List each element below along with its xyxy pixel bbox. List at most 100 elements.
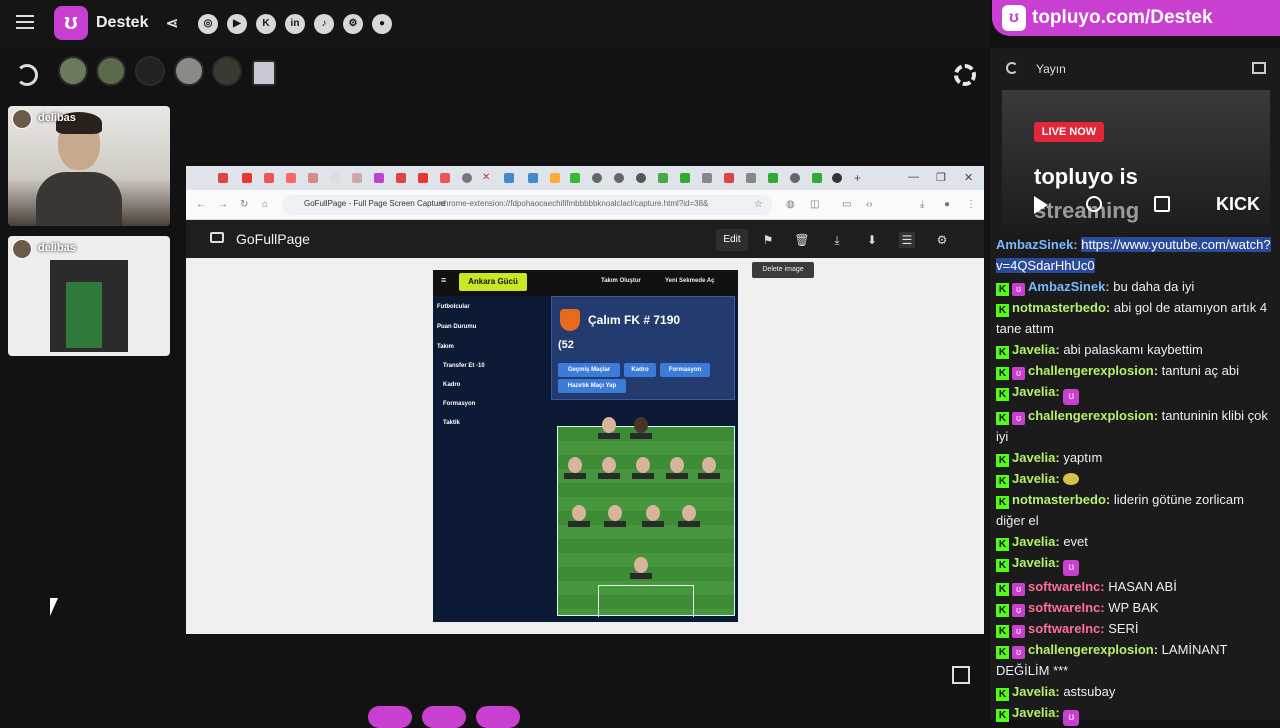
avatar[interactable] — [252, 60, 276, 86]
chat-username[interactable]: notmasterbedo: — [1012, 300, 1110, 315]
tab-favicon[interactable] — [636, 173, 646, 183]
maximize-icon[interactable]: ❐ — [936, 171, 946, 184]
tab-favicon[interactable] — [528, 173, 538, 183]
tab-favicon[interactable] — [330, 173, 340, 183]
extension-icon[interactable]: ◍ — [786, 199, 795, 210]
chat-username[interactable]: AmbazSinek: — [1028, 279, 1110, 294]
tab-favicon[interactable] — [702, 173, 712, 183]
tab-favicon[interactable] — [286, 173, 296, 183]
webcam-tile[interactable]: delibas — [8, 106, 170, 226]
avatar[interactable] — [174, 56, 204, 86]
tab-favicon[interactable] — [218, 173, 228, 183]
tab-favicon[interactable] — [592, 173, 602, 183]
fullscreen-icon[interactable] — [1154, 196, 1170, 212]
app-logo[interactable]: ʊ — [54, 6, 88, 40]
github-icon[interactable] — [832, 173, 842, 183]
play-icon[interactable] — [1034, 196, 1048, 214]
download-icon[interactable]: ⬇ — [864, 232, 880, 248]
edit-button[interactable]: Edit — [716, 229, 748, 251]
fullscreen-icon[interactable] — [952, 666, 970, 684]
tab-favicon[interactable] — [462, 173, 472, 183]
popout-icon[interactable] — [1252, 62, 1266, 74]
bottom-control-button[interactable] — [368, 706, 412, 728]
chat-username[interactable]: softwareInc: — [1028, 579, 1105, 594]
extension-icon[interactable]: ◫ — [810, 199, 819, 210]
tab-favicon[interactable] — [374, 173, 384, 183]
list-icon[interactable]: ☰ — [899, 232, 915, 248]
linkedin-icon[interactable]: in — [285, 14, 305, 34]
tab-favicon[interactable] — [570, 173, 580, 183]
tab-favicon[interactable] — [308, 173, 318, 183]
trash-icon[interactable]: 🗑 — [794, 232, 810, 248]
bottom-control-button[interactable] — [476, 706, 520, 728]
chat-username[interactable]: Javelia: — [1012, 534, 1060, 549]
star-icon[interactable]: ☆ — [754, 199, 763, 210]
tab-favicon[interactable] — [724, 173, 734, 183]
home-icon[interactable]: ⌂ — [262, 199, 268, 210]
download-icon[interactable]: ⤓ — [920, 199, 924, 210]
reload-icon[interactable]: ↻ — [240, 199, 248, 210]
tab-favicon[interactable] — [242, 173, 252, 183]
close-icon[interactable]: ✕ — [482, 173, 492, 183]
stream-preview[interactable]: LIVE NOW topluyo is streaming KICK — [1002, 90, 1270, 240]
instagram-icon[interactable]: ◎ — [198, 14, 218, 34]
tab-favicon[interactable] — [352, 173, 362, 183]
tab-favicon[interactable] — [504, 173, 514, 183]
kebab-menu-icon[interactable]: ⋮ — [966, 199, 976, 210]
flag-icon[interactable]: ⚑ — [760, 232, 776, 248]
chat-username[interactable]: Javelia: — [1012, 705, 1060, 720]
tab-favicon[interactable] — [440, 173, 450, 183]
chat-username[interactable]: softwareInc: — [1028, 600, 1105, 615]
minimize-icon[interactable]: — — [908, 171, 919, 183]
menu-icon[interactable] — [16, 15, 34, 29]
back-icon[interactable]: ← — [196, 199, 206, 210]
settings-icon[interactable]: ⚙ — [934, 232, 950, 248]
refresh-icon[interactable] — [16, 64, 38, 86]
bottom-control-button[interactable] — [422, 706, 466, 728]
tab-favicon[interactable] — [264, 173, 274, 183]
chat-username[interactable]: challengerexplosion: — [1028, 642, 1158, 657]
kick-icon[interactable]: K — [256, 14, 276, 34]
tab-favicon[interactable] — [768, 173, 778, 183]
share-icon[interactable]: ⋖ — [162, 14, 182, 34]
tab-favicon[interactable] — [614, 173, 624, 183]
extension-icon[interactable]: ▭ — [842, 199, 851, 210]
github-icon[interactable]: ● — [372, 14, 392, 34]
app-name[interactable]: Destek — [96, 14, 148, 32]
tab-favicon[interactable] — [396, 173, 406, 183]
chat-username[interactable]: Javelia: — [1012, 555, 1060, 570]
tab-favicon[interactable] — [812, 173, 822, 183]
youtube-icon[interactable]: ▶ — [227, 14, 247, 34]
chat-username[interactable]: softwareInc: — [1028, 621, 1105, 636]
profile-icon[interactable]: ● — [944, 199, 950, 210]
tiktok-icon[interactable]: ♪ — [314, 14, 334, 34]
steam-icon[interactable]: ⚙ — [343, 14, 363, 34]
chat-username[interactable]: Javelia: — [1012, 342, 1060, 357]
chat-username[interactable]: challengerexplosion: — [1028, 408, 1158, 423]
chat-username[interactable]: Javelia: — [1012, 450, 1060, 465]
avatar[interactable] — [58, 56, 88, 86]
tab-favicon[interactable] — [790, 173, 800, 183]
new-tab-icon[interactable]: + — [854, 172, 864, 184]
promo-banner[interactable]: ʊ topluyo.com/Destek — [992, 0, 1280, 36]
tab-favicon[interactable] — [658, 173, 668, 183]
tab-favicon[interactable] — [550, 173, 560, 183]
chat-username[interactable]: Javelia: — [1012, 384, 1060, 399]
gear-icon[interactable] — [954, 64, 976, 86]
chat-username[interactable]: challengerexplosion: — [1028, 363, 1158, 378]
chat-username[interactable]: Javelia: — [1012, 471, 1060, 486]
tab-favicon[interactable] — [680, 173, 690, 183]
close-window-icon[interactable]: ✕ — [964, 171, 973, 184]
avatar[interactable] — [135, 56, 165, 86]
screen-share-tile[interactable]: delibas — [8, 236, 170, 356]
chat-username[interactable]: Javelia: — [1012, 684, 1060, 699]
chat-username[interactable]: notmasterbedo: — [1012, 492, 1110, 507]
download-pdf-icon[interactable]: ⤓ — [829, 232, 845, 248]
avatar[interactable] — [96, 56, 126, 86]
forward-icon[interactable]: → — [218, 199, 228, 210]
tab-favicon[interactable] — [418, 173, 428, 183]
avatar[interactable] — [212, 56, 242, 86]
refresh-icon[interactable] — [1006, 62, 1018, 74]
code-icon[interactable]: ‹› — [866, 199, 873, 210]
mute-icon[interactable] — [1086, 196, 1102, 212]
